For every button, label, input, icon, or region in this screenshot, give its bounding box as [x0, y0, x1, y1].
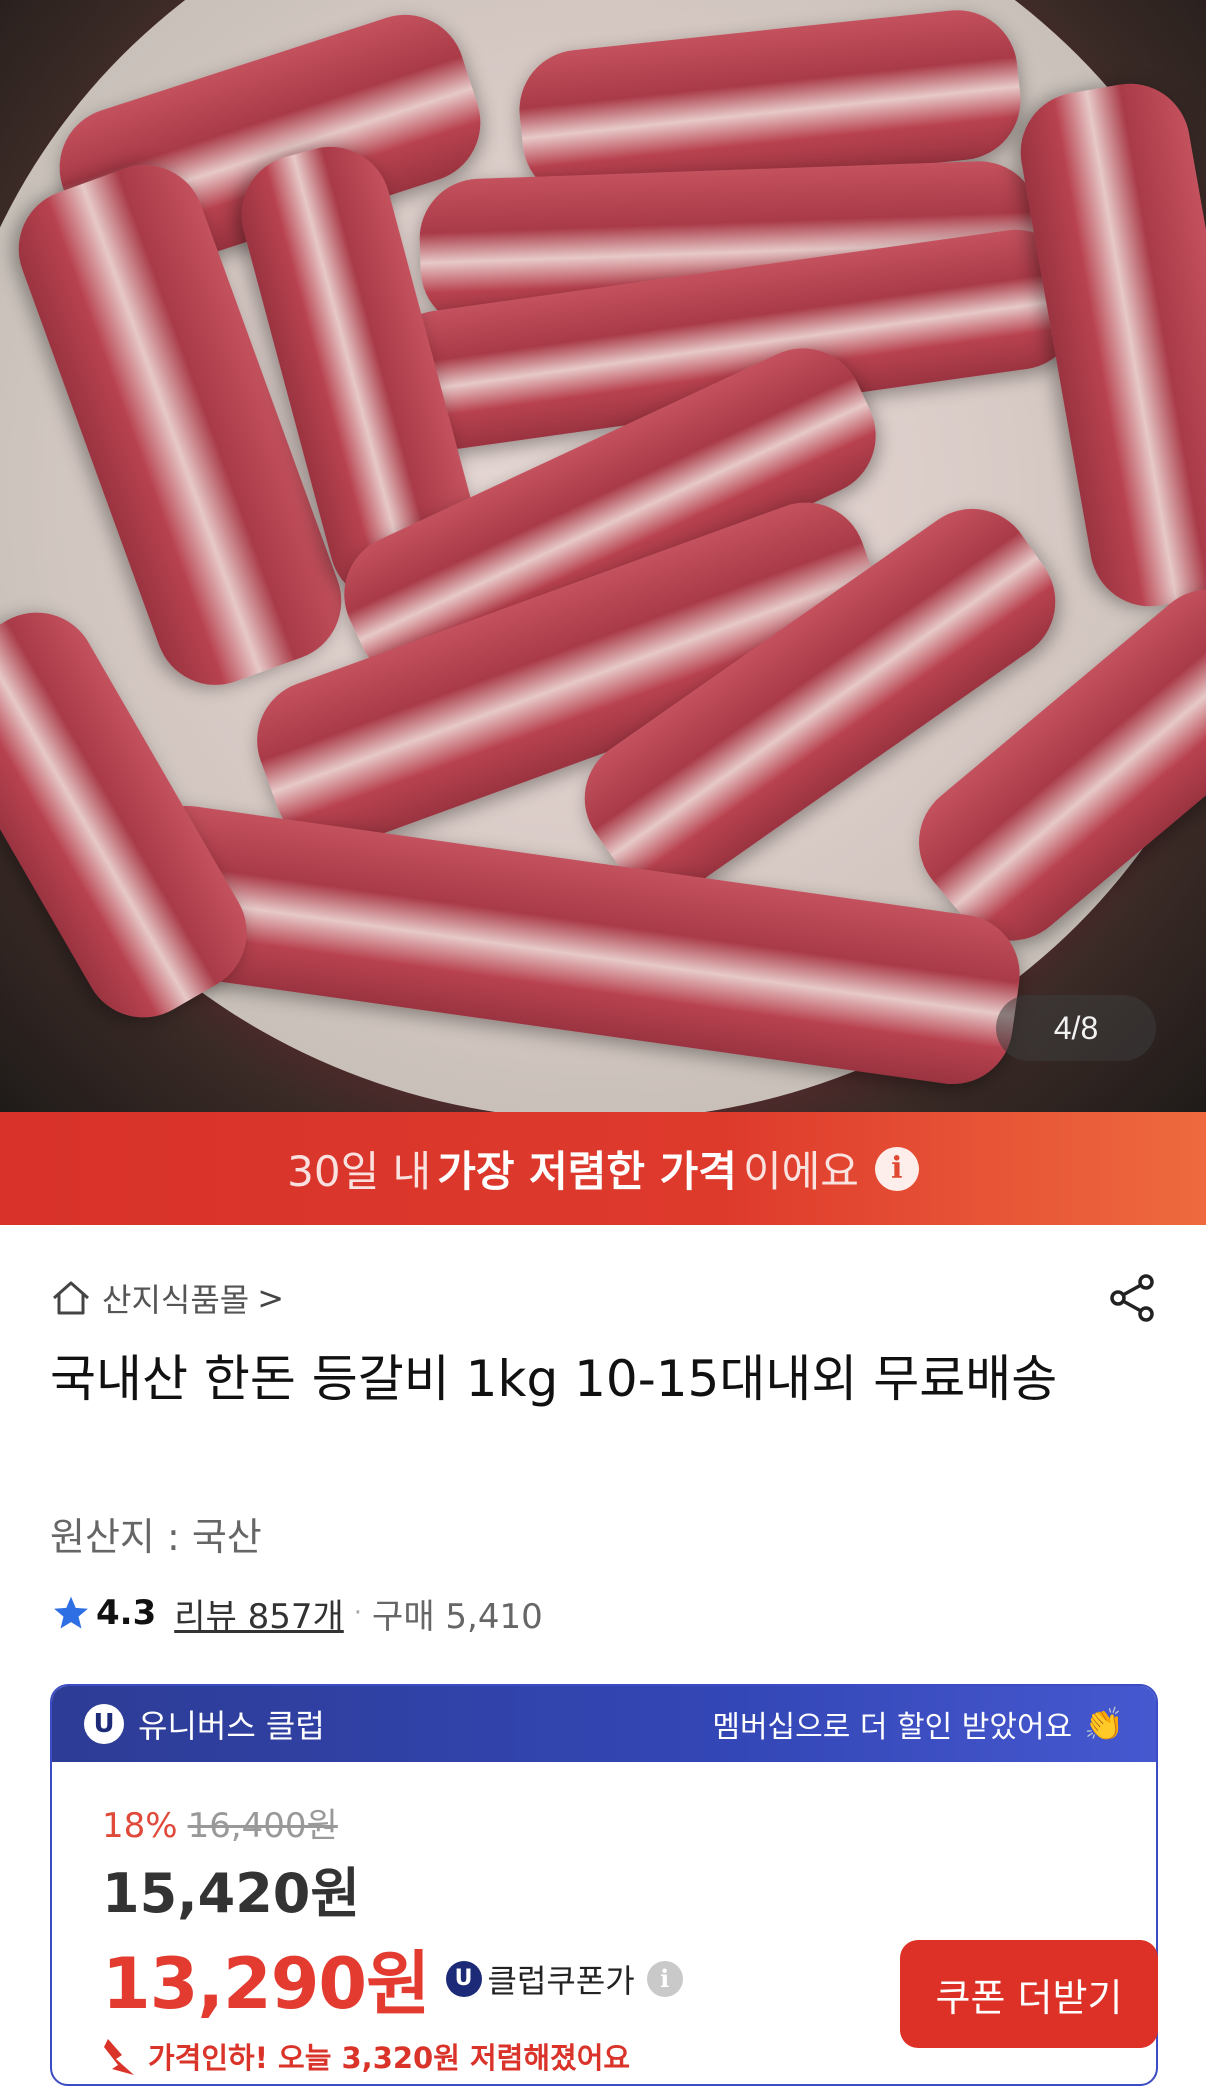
- share-icon: [1110, 1274, 1154, 1322]
- clap-icon: 👏: [1084, 1705, 1124, 1743]
- universe-badge-icon: U: [84, 1704, 124, 1744]
- home-icon: [53, 1281, 89, 1315]
- club-header[interactable]: U 유니버스 클럽 멤버십으로 더 할인 받았어요 👏: [52, 1686, 1156, 1762]
- coupon-info-icon[interactable]: i: [646, 1960, 683, 1997]
- universe-small-icon: U: [445, 1960, 482, 1997]
- lowest-price-banner[interactable]: 30일 내 가장 저렴한 가격 이에요 i: [0, 1112, 1206, 1225]
- price-drop-arrow-icon: [104, 2039, 134, 2075]
- star-icon: [54, 1596, 88, 1629]
- rating-score: 4.3: [96, 1593, 157, 1633]
- product-title: 국내산 한돈 등갈비 1kg 10-15대내외 무료배송: [50, 1350, 1058, 1408]
- share-button[interactable]: [1102, 1268, 1162, 1328]
- club-name: 유니버스 클럽: [138, 1707, 325, 1745]
- store-link[interactable]: 산지식품몰 >: [50, 1270, 284, 1326]
- product-origin: 원산지 : 국산: [50, 1515, 262, 1559]
- coupon-label: 클럽쿠폰가: [487, 1961, 635, 2000]
- more-coupon-button[interactable]: 쿠폰 더받기: [900, 1940, 1158, 2048]
- review-count-link[interactable]: 리뷰 857개: [174, 1589, 344, 1638]
- purchase-count: 구매 5,410: [372, 1596, 543, 1637]
- banner-highlight: 가장 저렴한 가격: [437, 1147, 737, 1196]
- club-promo: 멤버십으로 더 할인 받았어요: [712, 1710, 1073, 1745]
- product-image[interactable]: 4/8: [0, 0, 1206, 1112]
- info-icon[interactable]: i: [874, 1146, 919, 1191]
- banner-suffix: 이에요: [742, 1147, 859, 1196]
- price-drop-text: 가격인하! 오늘 3,320원 저렴해졌어요: [148, 2041, 631, 2075]
- banner-prefix: 30일 내: [287, 1147, 432, 1196]
- store-name: 산지식품몰: [102, 1281, 250, 1319]
- image-counter: 4/8: [996, 995, 1156, 1061]
- separator-dot: ·: [353, 1598, 363, 1628]
- chevron-right-icon: >: [257, 1279, 285, 1317]
- discount-rate: 18%: [102, 1806, 178, 1846]
- original-price: 16,400원: [187, 1806, 338, 1846]
- rating-row: 4.3 리뷰 857개 · 구매 5,410: [52, 1586, 543, 1640]
- sale-price: 15,420원: [102, 1862, 361, 1925]
- coupon-price: 13,290원: [102, 1943, 431, 2025]
